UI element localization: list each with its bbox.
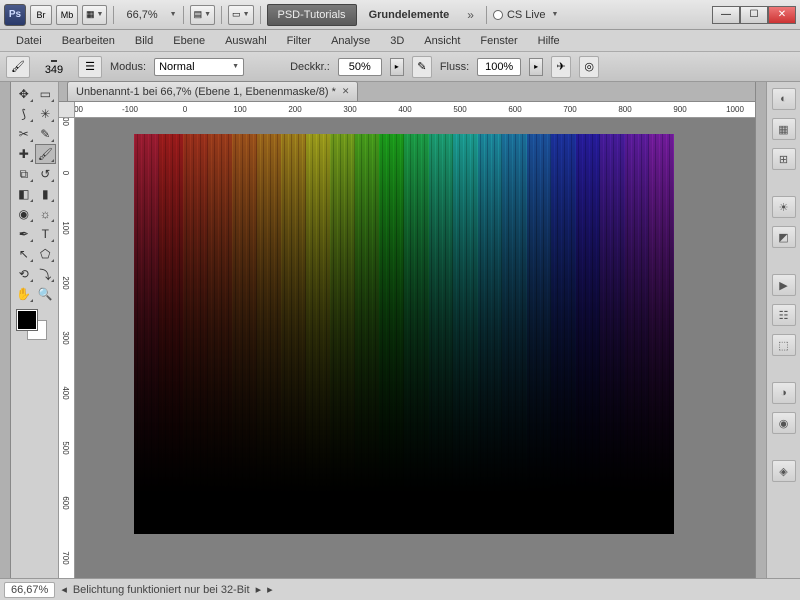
close-document-icon[interactable]: ✕ xyxy=(342,86,350,97)
lasso-tool[interactable]: ⟆ xyxy=(13,104,35,124)
vertical-ruler[interactable]: -1000100200300400500600700 xyxy=(59,118,75,578)
crop-tool[interactable]: ✂ xyxy=(13,124,35,144)
styles-panel-icon[interactable]: ⊞ xyxy=(772,148,796,170)
actions-panel-icon[interactable]: ◉ xyxy=(772,412,796,434)
3d-tool[interactable]: ⟲ xyxy=(13,264,35,284)
horizontal-ruler[interactable]: -200-10001002003004005006007008009001000 xyxy=(75,102,755,118)
minimize-button[interactable]: — xyxy=(712,6,740,24)
marquee-tool[interactable]: ▭ xyxy=(35,84,57,104)
move-tool[interactable]: ✥ xyxy=(13,84,35,104)
stamp-tool[interactable]: ⧉ xyxy=(13,164,35,184)
zoom-tool[interactable]: 🔍 xyxy=(35,284,57,304)
status-arrow-left-icon[interactable]: ◂ xyxy=(61,583,67,596)
toolbox: ✥▭ ⟆✳ ✂✎ ✚🖌 ⧉↺ ◧▮ ◉☼ ✒T ↖⬠ ⟲⤵ ✋🔍 xyxy=(11,82,59,578)
path-select-tool[interactable]: ↖ xyxy=(13,244,35,264)
brush-preset-picker[interactable]: 349 xyxy=(38,58,70,76)
menu-3d[interactable]: 3D xyxy=(380,32,414,50)
flow-slider-button[interactable]: ▸ xyxy=(529,58,543,76)
status-bar: 66,67% ◂ Belichtung funktioniert nur bei… xyxy=(0,578,800,600)
foreground-color-swatch[interactable] xyxy=(17,310,37,330)
status-menu-icon[interactable]: ▸ xyxy=(267,583,273,596)
view-extras-button[interactable]: ▦▼ xyxy=(82,5,107,25)
magic-wand-tool[interactable]: ✳ xyxy=(35,104,57,124)
healing-tool[interactable]: ✚ xyxy=(13,144,35,164)
tool-preset-picker[interactable]: 🖌 xyxy=(6,56,30,78)
menu-filter[interactable]: Filter xyxy=(277,32,321,50)
document-area: Unbenannt-1 bei 66,7% (Ebene 1, Ebenenma… xyxy=(59,82,755,578)
layers-panel-icon[interactable]: ▶ xyxy=(772,274,796,296)
flow-value[interactable]: 100% xyxy=(477,58,521,76)
color-panel-icon[interactable]: ◐ xyxy=(772,88,796,110)
size-pressure-toggle[interactable]: ◎ xyxy=(579,56,599,78)
menu-auswahl[interactable]: Auswahl xyxy=(215,32,277,50)
document-tab-title: Unbenannt-1 bei 66,7% (Ebene 1, Ebenenma… xyxy=(76,86,336,98)
cslive-dot-icon xyxy=(493,10,503,20)
maximize-button[interactable]: ☐ xyxy=(740,6,768,24)
color-swatches[interactable] xyxy=(13,308,53,344)
cs-live[interactable]: CS Live▼ xyxy=(493,9,558,21)
titlebar: Ps Br Mb ▦▼ 66,7% ▼ ▤▼ ▭▼ PSD-Tutorials G… xyxy=(0,0,800,30)
opacity-pressure-toggle[interactable]: ✎ xyxy=(412,56,432,78)
pen-tool[interactable]: ✒ xyxy=(13,224,35,244)
ruler-origin[interactable] xyxy=(59,102,75,118)
type-tool[interactable]: T xyxy=(35,224,57,244)
bridge-button[interactable]: Br xyxy=(30,5,52,25)
zoom-dropdown-icon[interactable]: ▼ xyxy=(170,11,177,18)
menubar: Datei Bearbeiten Bild Ebene Auswahl Filt… xyxy=(0,30,800,52)
close-button[interactable]: ✕ xyxy=(768,6,796,24)
menu-fenster[interactable]: Fenster xyxy=(470,32,527,50)
brush-panel-toggle[interactable]: ☰ xyxy=(78,56,102,78)
adjustments-panel-icon[interactable]: ☀ xyxy=(772,196,796,218)
document-tabbar: Unbenannt-1 bei 66,7% (Ebene 1, Ebenenma… xyxy=(59,82,755,102)
menu-bild[interactable]: Bild xyxy=(125,32,163,50)
right-panel-dock: ◐ ▦ ⊞ ☀ ◩ ▶ ☷ ⬚ ◑ ◉ ◈ xyxy=(766,82,800,578)
status-message: Belichtung funktioniert nur bei 32-Bit xyxy=(73,584,250,596)
blur-tool[interactable]: ◉ xyxy=(13,204,35,224)
options-bar: 🖌 349 ☰ Modus: Normal▼ Deckkr.: 50% ▸ ✎ … xyxy=(0,52,800,82)
hand-tool[interactable]: ✋ xyxy=(13,284,35,304)
right-dock-handle[interactable] xyxy=(755,82,766,578)
menu-bearbeiten[interactable]: Bearbeiten xyxy=(52,32,125,50)
swatches-panel-icon[interactable]: ▦ xyxy=(772,118,796,140)
history-panel-icon[interactable]: ◑ xyxy=(772,382,796,404)
brush-tool[interactable]: 🖌 xyxy=(35,144,57,164)
canvas[interactable] xyxy=(134,134,674,534)
status-arrow-right-icon[interactable]: ▸ xyxy=(256,583,262,596)
menu-analyse[interactable]: Analyse xyxy=(321,32,380,50)
document-tab[interactable]: Unbenannt-1 bei 66,7% (Ebene 1, Ebenenma… xyxy=(67,81,358,101)
left-dock-handle[interactable] xyxy=(0,82,11,578)
blend-mode-dropdown[interactable]: Normal▼ xyxy=(154,58,244,76)
canvas-viewport[interactable]: -1000100200300400500600700 xyxy=(59,118,755,578)
workspace-grundelemente[interactable]: Grundelemente xyxy=(361,4,458,26)
ps-logo: Ps xyxy=(4,4,26,26)
menu-hilfe[interactable]: Hilfe xyxy=(528,32,570,50)
history-brush-tool[interactable]: ↺ xyxy=(35,164,57,184)
gradient-tool[interactable]: ▮ xyxy=(35,184,57,204)
mode-label: Modus: xyxy=(110,61,146,73)
opacity-label: Deckkr.: xyxy=(290,61,330,73)
screenmode-button[interactable]: ▭▼ xyxy=(228,5,253,25)
channels-panel-icon[interactable]: ☷ xyxy=(772,304,796,326)
workspace-psd-tutorials[interactable]: PSD-Tutorials xyxy=(267,4,357,26)
arrange-button[interactable]: ▤▼ xyxy=(190,5,215,25)
eraser-tool[interactable]: ◧ xyxy=(13,184,35,204)
menu-ansicht[interactable]: Ansicht xyxy=(414,32,470,50)
dodge-tool[interactable]: ☼ xyxy=(35,204,57,224)
zoom-level[interactable]: 66,7% xyxy=(120,9,163,21)
opacity-slider-button[interactable]: ▸ xyxy=(390,58,404,76)
menu-datei[interactable]: Datei xyxy=(6,32,52,50)
eyedropper-tool[interactable]: ✎ xyxy=(35,124,57,144)
opacity-value[interactable]: 50% xyxy=(338,58,382,76)
minibridge-button[interactable]: Mb xyxy=(56,5,78,25)
3d-camera-tool[interactable]: ⤵ xyxy=(35,264,57,284)
menu-ebene[interactable]: Ebene xyxy=(163,32,215,50)
shape-tool[interactable]: ⬠ xyxy=(35,244,57,264)
extra-panel-icon[interactable]: ◈ xyxy=(772,460,796,482)
flow-label: Fluss: xyxy=(440,61,469,73)
airbrush-toggle[interactable]: ✈ xyxy=(551,56,571,78)
masks-panel-icon[interactable]: ◩ xyxy=(772,226,796,248)
more-workspaces-icon[interactable]: » xyxy=(461,8,480,22)
paths-panel-icon[interactable]: ⬚ xyxy=(772,334,796,356)
status-zoom[interactable]: 66,67% xyxy=(4,582,55,598)
